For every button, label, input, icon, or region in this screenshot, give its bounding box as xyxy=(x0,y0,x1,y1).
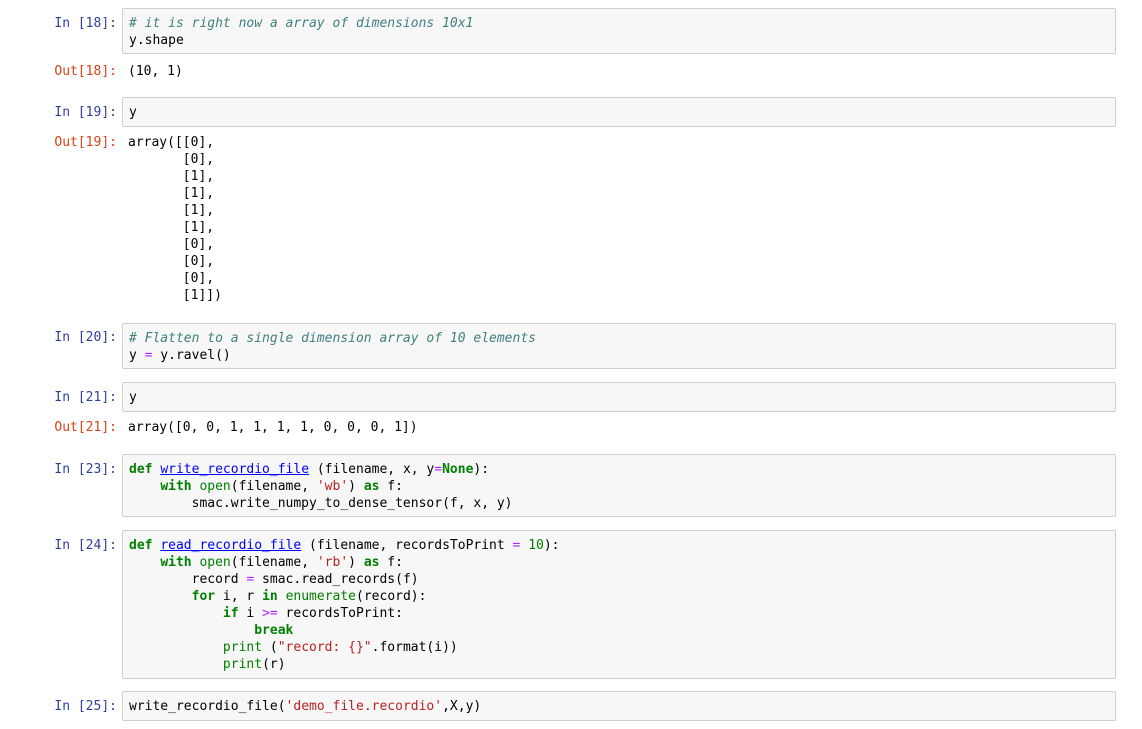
code-token: ( xyxy=(262,640,278,655)
input-prompt: In [23]: xyxy=(54,462,117,477)
code-token: (filename, xyxy=(230,555,317,570)
code-editor[interactable]: write_recordio_file('demo_file.recordio'… xyxy=(129,698,1109,715)
code-token: (filename, xyxy=(230,479,317,494)
code-token: read_recordio_file xyxy=(160,538,302,553)
code-token: open xyxy=(199,555,231,570)
output-prompt: Out[21]: xyxy=(54,420,117,435)
code-token: .format(i)) xyxy=(371,640,458,655)
code-token: ): xyxy=(543,538,560,553)
code-token: i xyxy=(238,606,263,621)
code-token: smac.read_records(f) xyxy=(254,572,419,587)
code-input-area[interactable]: y xyxy=(122,97,1116,127)
output-prompt: Out[19]: xyxy=(54,135,117,150)
code-editor[interactable]: # Flatten to a single dimension array of… xyxy=(129,330,1109,364)
code-token: f: xyxy=(379,479,403,494)
code-token: def xyxy=(129,462,153,477)
code-token: def xyxy=(129,538,153,553)
code-input-area[interactable]: def read_recordio_file (filename, record… xyxy=(122,530,1116,679)
code-token: f: xyxy=(379,555,403,570)
code-token: as xyxy=(363,555,380,570)
code-token: >= xyxy=(262,606,278,621)
code-token: smac.write_numpy_to_dense_tensor(f, x, y… xyxy=(129,496,513,511)
input-prompt: In [18]: xyxy=(54,16,117,31)
code-token: print xyxy=(222,657,263,672)
code-token: (filename, recordsToPrint xyxy=(301,538,513,553)
cell-output: (10, 1) xyxy=(128,64,183,79)
code-token: break xyxy=(254,623,294,638)
code-token: (r) xyxy=(262,657,286,672)
code-token: for xyxy=(191,589,216,604)
code-token: ,X,y) xyxy=(442,699,482,714)
code-token: ) xyxy=(348,479,364,494)
input-prompt: In [19]: xyxy=(54,105,117,120)
code-input-area[interactable]: y xyxy=(122,382,1116,412)
code-token: (filename, x, y xyxy=(309,462,435,477)
code-token: with xyxy=(160,479,192,494)
code-token: enumerate xyxy=(285,589,357,604)
code-token: ): xyxy=(473,462,490,477)
code-token: open xyxy=(199,479,231,494)
code-token: (record): xyxy=(356,589,427,604)
code-input-area[interactable]: # it is right now a array of dimensions … xyxy=(122,8,1116,54)
code-editor[interactable]: y xyxy=(129,389,1109,406)
code-token: y xyxy=(129,390,137,405)
code-editor[interactable]: # it is right now a array of dimensions … xyxy=(129,15,1109,49)
input-prompt: In [21]: xyxy=(54,390,117,405)
code-token: as xyxy=(363,479,380,494)
input-prompt: In [24]: xyxy=(54,538,117,553)
code-token: 'demo_file.recordio' xyxy=(285,699,443,714)
code-token: 'wb' xyxy=(316,479,349,494)
code-input-area[interactable]: write_recordio_file('demo_file.recordio'… xyxy=(122,691,1116,721)
input-prompt: In [20]: xyxy=(54,330,117,345)
code-token: # it is right now a array of dimensions … xyxy=(129,16,474,31)
code-token: y.ravel() xyxy=(152,348,231,363)
code-input-area[interactable]: # Flatten to a single dimension array of… xyxy=(122,323,1116,369)
cell-output: array([[0], [0], [1], [1], [1], [1], [0]… xyxy=(128,135,222,303)
code-editor[interactable]: def read_recordio_file (filename, record… xyxy=(129,537,1109,673)
code-token: 'rb' xyxy=(316,555,349,570)
code-token: in xyxy=(262,589,278,604)
code-token: 10 xyxy=(528,538,544,553)
code-token: print xyxy=(222,640,263,655)
code-token: y.shape xyxy=(129,33,184,48)
code-token: y xyxy=(129,348,145,363)
code-token: = xyxy=(434,462,443,477)
code-token: # Flatten to a single dimension array of… xyxy=(129,331,536,346)
code-token: i, r xyxy=(215,589,263,604)
code-token: "record: {}" xyxy=(277,640,372,655)
code-token: record xyxy=(129,572,247,587)
code-editor[interactable]: def write_recordio_file (filename, x, y=… xyxy=(129,461,1109,512)
cell-output: array([0, 0, 1, 1, 1, 1, 0, 0, 0, 1]) xyxy=(128,420,418,435)
output-prompt: Out[18]: xyxy=(54,64,117,79)
code-editor[interactable]: y xyxy=(129,104,1109,121)
code-token: write_recordio_file xyxy=(160,462,310,477)
code-token: recordsToPrint: xyxy=(277,606,403,621)
code-token: y xyxy=(129,105,137,120)
code-token: if xyxy=(222,606,239,621)
code-token: ) xyxy=(348,555,364,570)
code-input-area[interactable]: def write_recordio_file (filename, x, y=… xyxy=(122,454,1116,517)
code-token: None xyxy=(442,462,474,477)
code-token: with xyxy=(160,555,192,570)
code-token: write_recordio_file( xyxy=(129,699,286,714)
input-prompt: In [25]: xyxy=(54,699,117,714)
